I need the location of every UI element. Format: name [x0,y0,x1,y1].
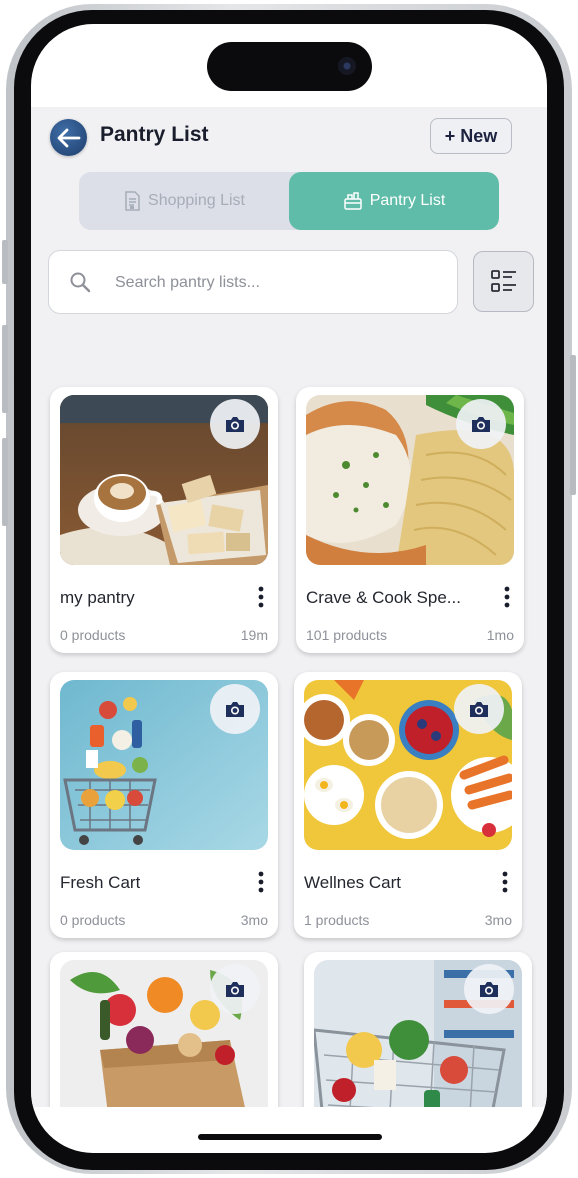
front-camera [338,57,356,75]
camera-icon [226,702,244,717]
more-options-icon[interactable] [254,585,268,609]
tab-pantry-list[interactable]: Pantry List [289,172,499,230]
volume-down-button [2,438,8,526]
product-count: 0 products [60,627,126,643]
camera-icon [472,417,490,432]
new-list-button[interactable]: + New [430,118,512,154]
segmented-tabs: Shopping List Pantry List [79,172,499,230]
more-options-icon[interactable] [254,870,268,894]
card-title: my pantry [60,588,135,607]
updated-time: 1mo [486,627,514,643]
card-title: Fresh Cart [60,873,141,892]
pantry-card[interactable] [50,952,278,1107]
card-title: Crave & Cook Spe... [306,588,461,607]
pantry-card[interactable]: my pantry 0 products 19m [50,387,278,653]
tab-label: Pantry List [369,192,446,209]
tab-shopping-list[interactable]: Shopping List [79,172,289,230]
tab-label: Shopping List [148,192,245,209]
change-photo-button[interactable] [210,684,260,734]
pantry-card[interactable]: Crave & Cook Spe... 101 products 1mo [296,387,524,653]
camera-icon [480,982,498,997]
page-title: Pantry List [100,123,209,146]
search-box[interactable] [48,250,458,314]
screen: Pantry List + New Shopping List Pantry L… [31,24,547,1153]
more-options-icon[interactable] [500,585,514,609]
product-count: 101 products [306,627,387,643]
change-photo-button[interactable] [456,399,506,449]
pantry-card[interactable]: Wellnes Cart 1 products 3mo [294,672,522,938]
change-photo-button[interactable] [210,399,260,449]
action-button [2,240,8,284]
more-options-icon[interactable] [498,870,512,894]
camera-icon [226,982,244,997]
search-input[interactable] [115,271,435,295]
change-photo-button[interactable] [210,964,260,1014]
app-view: Pantry List + New Shopping List Pantry L… [31,107,547,1107]
product-count: 1 products [304,912,370,928]
updated-time: 3mo [484,912,512,928]
list-view-toggle-button[interactable] [473,251,534,312]
shopping-list-icon [125,191,140,211]
pantry-basket-icon [343,192,362,210]
change-photo-button[interactable] [454,684,504,734]
home-indicator[interactable] [198,1134,382,1140]
volume-up-button [2,325,8,413]
product-count: 0 products [60,912,126,928]
updated-time: 3mo [240,912,268,928]
list-view-icon [490,269,516,292]
arrow-left-icon [57,128,80,147]
card-title: Wellnes Cart [304,873,401,892]
search-icon [70,272,91,293]
updated-time: 19m [240,627,268,643]
change-photo-button[interactable] [464,964,514,1014]
camera-icon [226,417,244,432]
pantry-card[interactable] [304,952,532,1107]
pantry-card[interactable]: Fresh Cart 0 products 3mo [50,672,278,938]
power-button [570,355,576,495]
back-button[interactable] [50,119,87,156]
camera-icon [470,702,488,717]
dynamic-island [207,42,372,91]
